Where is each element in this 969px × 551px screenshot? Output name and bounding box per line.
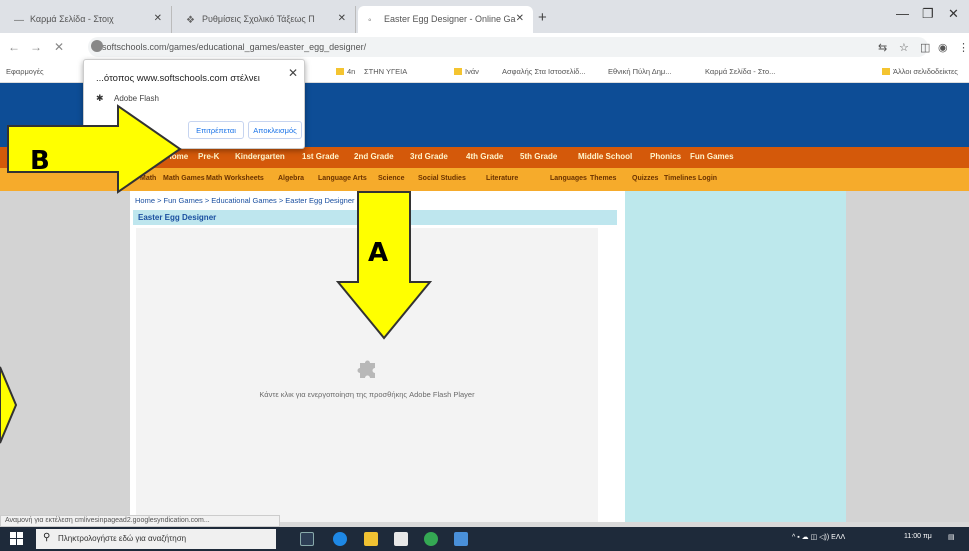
app-icon[interactable] [454,532,468,546]
search-placeholder: Πληκτρολογήστε εδώ για αναζήτηση [58,534,187,543]
primary-nav-item[interactable]: 5th Grade [520,152,557,161]
folder-icon [454,68,462,75]
window-close-icon[interactable]: ✕ [948,6,959,22]
file-explorer-icon[interactable] [364,532,378,546]
secondary-nav-item[interactable]: Algebra [278,175,304,182]
close-icon[interactable]: ✕ [154,13,162,24]
store-icon[interactable] [394,532,408,546]
chrome-icon[interactable] [424,532,438,546]
page-title: Easter Egg Designer [138,213,217,222]
close-icon[interactable]: ✕ [288,66,298,80]
maximize-icon[interactable]: ❐ [922,6,934,22]
star-icon[interactable]: ☆ [899,41,909,54]
stop-icon[interactable]: ✕ [54,40,64,54]
address-input[interactable]: softschools.com/games/educational_games/… [88,37,928,57]
tab-3-title: Easter Egg Designer - Online Ga [384,14,516,24]
folder-icon [336,68,344,75]
back-icon[interactable]: ← [8,40,20,54]
bookmark-7[interactable]: Καρμά Σελίδα - Στο... [705,67,775,76]
primary-nav-item[interactable]: 4th Grade [466,152,503,161]
cast-icon[interactable]: ◫ [920,41,930,54]
primary-nav-item[interactable]: 3rd Grade [410,152,448,161]
page-icon: ❖ [186,15,195,26]
primary-nav-item[interactable]: 1st Grade [302,152,339,161]
edge-icon[interactable] [333,532,347,546]
bookmark-2[interactable]: 4n [336,67,355,76]
windows-taskbar: ⚲ Πληκτρολογήστε εδώ για αναζήτηση ^ ▪ ☁… [0,527,969,551]
puzzle-plugin-icon [357,360,375,378]
annotation-arrow-partial [0,366,18,444]
secondary-nav-item[interactable]: Math Worksheets [206,175,264,182]
primary-nav-item[interactable]: Fun Games [690,152,734,161]
notification-icon[interactable]: ▤ [948,533,955,541]
search-icon: ⚲ [43,532,51,543]
tab-3-active[interactable]: ◦ Easter Egg Designer - Online Ga ✕ [358,6,533,33]
bookmark-4[interactable]: Ινάν [454,67,479,76]
forward-icon[interactable]: → [30,40,42,54]
bookmark-other[interactable]: Άλλοι σελιδοδείκτες [882,67,958,76]
bookmark-5[interactable]: Ασφαλής Στα Ιστοσελίδ... [502,67,586,76]
puzzle-icon: ✱ [96,93,104,103]
close-icon[interactable]: ✕ [338,13,346,24]
bookmark-6[interactable]: Εθνική Πύλη Δημ... [608,67,671,76]
page-icon: — [14,15,24,26]
popup-title: ...ότοπος www.softschools.com στέλνει [96,73,260,84]
screen: — Καρμά Σελίδα - Στοιχ ✕ ❖ Ρυθμίσεις Σχο… [0,0,969,551]
taskbar-search-input[interactable]: ⚲ Πληκτρολογήστε εδώ για αναζήτηση [36,529,276,549]
secondary-nav-item[interactable]: Quizzes [632,175,658,182]
secondary-nav-item[interactable]: Science [378,175,404,182]
bookmark-3[interactable]: ΣΤΗΝ ΥΓΕΙΑ [364,67,407,76]
primary-nav-item[interactable]: Pre-K [198,152,219,161]
profile-icon[interactable]: ◉ [938,41,948,54]
secondary-nav-item[interactable]: Language Arts [318,175,367,182]
task-view-icon[interactable] [300,532,314,546]
windows-start-icon[interactable] [10,532,24,546]
bookmark-apps[interactable]: Εφαρμογές [6,67,44,76]
site-info-icon[interactable] [91,40,103,52]
plugin-message: Κάντε κλικ για ενεργοποίηση της προσθήκη… [259,390,475,399]
annotation-label-a: A [368,238,389,268]
allow-button[interactable]: Επιτρέπεται [188,121,244,139]
right-sidebar [625,191,846,522]
clock[interactable]: 11:00 πμ [904,533,932,540]
primary-nav-item[interactable]: Middle School [578,152,632,161]
system-tray-icons[interactable]: ^ ▪ ☁ ◫ ◁)) ΕΛΛ [792,533,845,541]
secondary-nav-item[interactable]: Social Studies [418,175,466,182]
secondary-nav-item[interactable]: Timelines [664,175,696,182]
annotation-label-b: B [30,146,50,176]
new-tab-icon[interactable]: + [538,9,547,26]
minimize-icon[interactable]: — [896,6,909,21]
page-icon: ◦ [368,15,372,26]
translate-icon[interactable]: ⇆ [878,41,887,54]
tab-2[interactable]: ❖ Ρυθμίσεις Σχολικό Τάξεως Π ✕ [176,6,356,33]
breadcrumb[interactable]: Home > Fun Games > Educational Games > E… [135,196,355,205]
folder-icon [882,68,890,75]
secondary-nav-item[interactable]: Login [698,175,717,182]
browser-status-bar: Αναμονή για εκτέλεση cmlivesinpagead2.go… [0,515,280,527]
tab-2-title: Ρυθμίσεις Σχολικό Τάξεως Π [202,14,315,24]
primary-nav-item[interactable]: Kindergarten [235,152,285,161]
secondary-nav-item[interactable]: Languages [550,175,587,182]
address-text: softschools.com/games/educational_games/… [102,42,367,52]
tab-1[interactable]: — Καρμά Σελίδα - Στοιχ ✕ [4,6,172,33]
block-button[interactable]: Αποκλεισμός [248,121,302,139]
menu-icon[interactable]: ⋮ [958,41,969,54]
secondary-nav-item[interactable]: Themes [590,175,616,182]
browser-tab-bar: — Καρμά Σελίδα - Στοιχ ✕ ❖ Ρυθμίσεις Σχο… [0,0,969,33]
secondary-nav-item[interactable]: Literature [486,175,518,182]
primary-nav-item[interactable]: Phonics [650,152,681,161]
popup-plugin-name: Adobe Flash [114,94,159,103]
close-icon[interactable]: ✕ [516,13,524,24]
tab-1-title: Καρμά Σελίδα - Στοιχ [30,14,114,24]
primary-nav-item[interactable]: 2nd Grade [354,152,394,161]
